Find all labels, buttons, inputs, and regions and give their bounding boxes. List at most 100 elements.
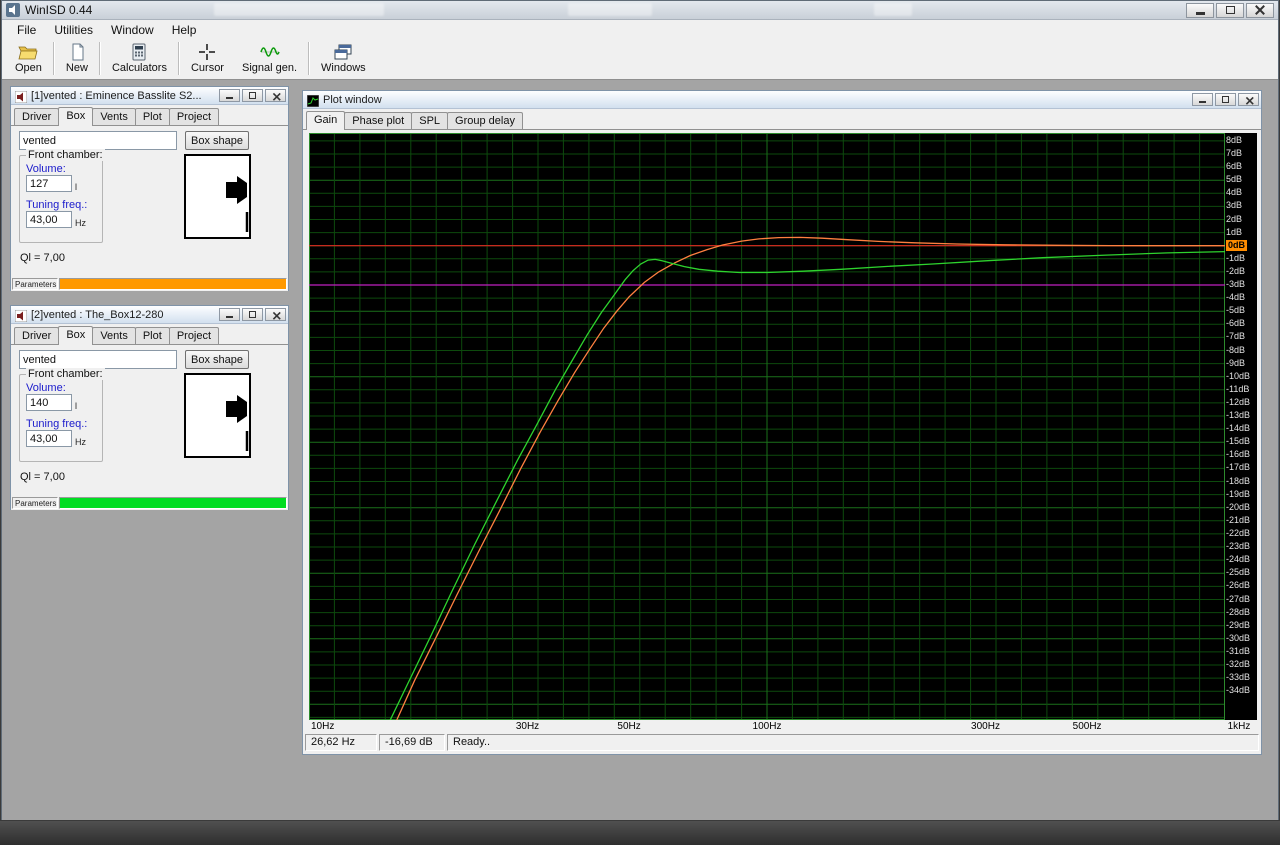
y-axis-label: -29dB [1226, 620, 1250, 631]
front-chamber-label: Front chamber: [26, 368, 105, 380]
tab-plot[interactable]: Plot [135, 327, 170, 344]
close-button[interactable] [265, 308, 286, 321]
windows-button[interactable]: Windows [312, 41, 375, 76]
volume-unit: l [75, 182, 77, 192]
cursor-crosshair-icon [197, 43, 217, 61]
tab-driver[interactable]: Driver [14, 108, 59, 125]
tuning-freq-label[interactable]: Tuning freq.: [26, 199, 87, 211]
tab-phase-plot[interactable]: Phase plot [344, 112, 412, 129]
y-axis-label: -19dB [1226, 489, 1250, 500]
tuning-freq-input[interactable] [26, 430, 72, 447]
y-axis-label: 0dB [1226, 240, 1247, 251]
main-titlebar[interactable]: WinISD 0.44 [2, 1, 1278, 20]
box-shape-diagram [184, 154, 251, 239]
maximize-icon [1222, 96, 1229, 103]
volume-input[interactable] [26, 394, 72, 411]
maximize-button[interactable] [1215, 93, 1236, 106]
menu-file[interactable]: File [8, 21, 45, 39]
y-axis-label: -2dB [1226, 266, 1245, 277]
minimize-button[interactable] [1186, 3, 1214, 18]
desktop-background [0, 821, 1280, 845]
tab-vents[interactable]: Vents [92, 108, 136, 125]
close-button[interactable] [1246, 3, 1274, 18]
x-axis-label: 300Hz [971, 721, 1000, 732]
x-axis-label: 1kHz [1228, 721, 1251, 732]
driver-window-2-tabs: Driver Box Vents Plot Project [11, 324, 288, 345]
close-icon [272, 311, 278, 317]
menu-window[interactable]: Window [102, 21, 163, 39]
close-icon [1245, 96, 1251, 102]
plot-window: Plot window Gain Phase plot SPL Group de… [302, 90, 1262, 755]
minimize-icon [1199, 101, 1206, 103]
driver-window-2-statusbar: Parameters [11, 497, 288, 510]
cursor-button[interactable]: Cursor [182, 41, 233, 76]
gain-plot-svg [309, 133, 1225, 720]
x-axis-label: 30Hz [516, 721, 539, 732]
minimize-button[interactable] [1192, 93, 1213, 106]
menu-help[interactable]: Help [163, 21, 206, 39]
box-shape-button[interactable]: Box shape [185, 350, 249, 369]
new-button[interactable]: New [57, 41, 97, 76]
minimize-icon [226, 316, 233, 318]
y-axis-label: -21dB [1226, 515, 1250, 526]
tuning-freq-input[interactable] [26, 211, 72, 228]
box-type-input[interactable] [19, 131, 177, 150]
driver-window-1-titlebar[interactable]: [1]vented : Eminence Basslite S2... [11, 87, 288, 105]
menu-utilities[interactable]: Utilities [45, 21, 102, 39]
tab-plot[interactable]: Plot [135, 108, 170, 125]
maximize-button[interactable] [242, 308, 263, 321]
y-axis-label: -4dB [1226, 292, 1245, 303]
mdi-area: [1]vented : Eminence Basslite S2... Driv… [2, 80, 1278, 820]
menu-bar: File Utilities Window Help [2, 20, 1278, 39]
parameters-label: Parameters [12, 278, 58, 290]
maximize-button[interactable] [1216, 3, 1244, 18]
tab-project[interactable]: Project [169, 327, 219, 344]
box-type-input[interactable] [19, 350, 177, 369]
y-axis-label: -31dB [1226, 646, 1250, 657]
x-axis-label: 50Hz [617, 721, 640, 732]
maximize-icon [249, 311, 256, 318]
cursor-level-readout: -16,69 dB [379, 734, 445, 751]
y-axis-label: -22dB [1226, 528, 1250, 539]
tab-box[interactable]: Box [58, 326, 93, 345]
plot-window-title: Plot window [323, 94, 382, 106]
main-window-controls [1186, 3, 1274, 18]
y-axis-label: -12dB [1226, 397, 1250, 408]
minimize-button[interactable] [219, 89, 240, 102]
signal-gen-label: Signal gen. [242, 62, 297, 74]
y-axis-label: 4dB [1226, 187, 1242, 198]
box-shape-button[interactable]: Box shape [185, 131, 249, 150]
calculators-button[interactable]: Calculators [103, 41, 176, 76]
y-axis-label: -13dB [1226, 410, 1250, 421]
calculators-label: Calculators [112, 62, 167, 74]
box-tab-panel: Box shape Front chamber: Volume: l Tunin… [11, 126, 288, 278]
driver-window-2-titlebar[interactable]: [2]vented : The_Box12-280 [11, 306, 288, 324]
tab-box[interactable]: Box [58, 107, 93, 126]
minimize-button[interactable] [219, 308, 240, 321]
volume-label[interactable]: Volume: [26, 163, 66, 175]
close-button[interactable] [265, 89, 286, 102]
close-button[interactable] [1238, 93, 1259, 106]
maximize-icon [249, 92, 256, 99]
plot-area[interactable]: 8dB7dB6dB5dB4dB3dB2dB1dB0dB-1dB-2dB-3dB-… [309, 133, 1257, 720]
tab-group-delay[interactable]: Group delay [447, 112, 523, 129]
tab-project[interactable]: Project [169, 108, 219, 125]
tuning-freq-label[interactable]: Tuning freq.: [26, 418, 87, 430]
volume-input[interactable] [26, 175, 72, 192]
status-message: Ready.. [447, 734, 1259, 751]
tab-driver[interactable]: Driver [14, 327, 59, 344]
progress-fill [60, 279, 286, 289]
y-axis-label: -26dB [1226, 580, 1250, 591]
volume-label[interactable]: Volume: [26, 382, 66, 394]
y-axis-label: 2dB [1226, 214, 1242, 225]
tab-gain[interactable]: Gain [306, 111, 345, 130]
tab-spl[interactable]: SPL [411, 112, 448, 129]
ql-value: Ql = 7,00 [20, 252, 65, 264]
tab-vents[interactable]: Vents [92, 327, 136, 344]
maximize-button[interactable] [242, 89, 263, 102]
plot-window-titlebar[interactable]: Plot window [303, 91, 1261, 109]
x-axis-label: 500Hz [1073, 721, 1102, 732]
open-button[interactable]: Open [6, 41, 51, 76]
signal-gen-button[interactable]: Signal gen. [233, 41, 306, 76]
parameters-progress-bar [59, 497, 287, 509]
